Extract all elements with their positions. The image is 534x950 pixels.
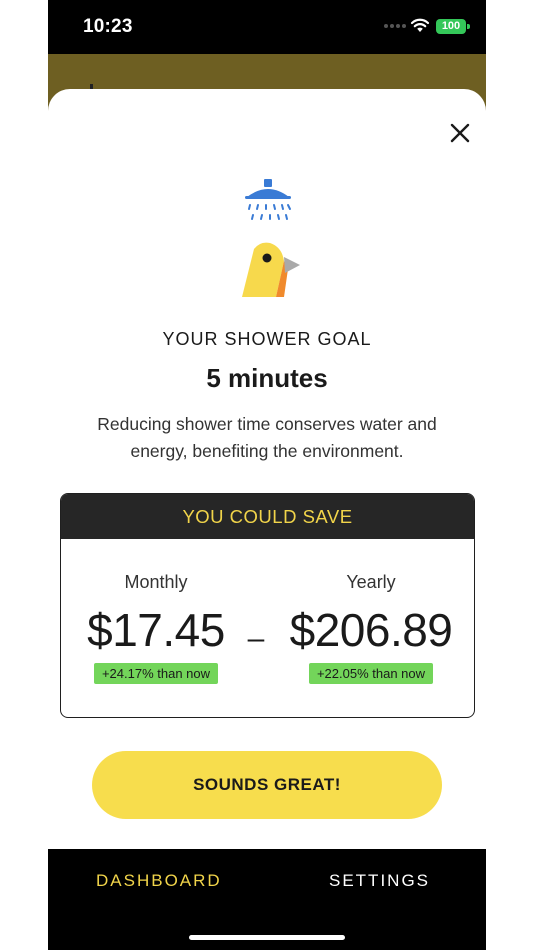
close-icon[interactable]: [446, 119, 474, 147]
monthly-savings: Monthly $17.45 +24.17% than now: [61, 572, 251, 684]
wifi-icon: [410, 18, 430, 32]
battery-tip: [467, 24, 470, 29]
monthly-label: Monthly: [124, 572, 188, 592]
yearly-label: Yearly: [346, 572, 396, 592]
range-separator: –: [247, 622, 265, 655]
status-time: 10:23: [83, 16, 133, 37]
home-indicator[interactable]: [189, 935, 345, 940]
yearly-amount: $206.89: [289, 604, 453, 656]
battery-indicator: 100: [436, 19, 466, 34]
yearly-savings: Yearly $206.89 +22.05% than now: [271, 572, 471, 684]
monthly-change-badge: +24.17% than now: [93, 663, 219, 684]
sounds-great-button[interactable]: SOUNDS GREAT!: [92, 751, 442, 819]
status-bar: 10:23 100: [48, 0, 486, 54]
phone-frame: 10:23 100 YOUR SHOWER GOAL 5 minutes Red…: [48, 0, 486, 950]
monthly-amount: $17.45: [87, 604, 225, 656]
bird-icon: [242, 242, 300, 297]
savings-card-header: YOU COULD SAVE: [61, 494, 474, 539]
tab-dashboard[interactable]: DASHBOARD: [96, 871, 222, 891]
savings-card: YOU COULD SAVE Monthly $17.45 +24.17% th…: [60, 493, 475, 718]
shower-goal-modal: YOUR SHOWER GOAL 5 minutes Reducing show…: [48, 89, 486, 849]
shower-icon: [245, 179, 291, 220]
cellular-signal-icon: [384, 24, 406, 28]
screen: 10:23 100 YOUR SHOWER GOAL 5 minutes Red…: [0, 0, 534, 950]
yearly-change-badge: +22.05% than now: [308, 663, 434, 684]
goal-label: YOUR SHOWER GOAL: [162, 329, 372, 349]
tab-bar: DASHBOARD SETTINGS: [48, 849, 486, 950]
goal-description: Reducing shower time conserves water and…: [97, 414, 437, 461]
tab-settings[interactable]: SETTINGS: [329, 871, 430, 891]
goal-value: 5 minutes: [206, 363, 328, 393]
